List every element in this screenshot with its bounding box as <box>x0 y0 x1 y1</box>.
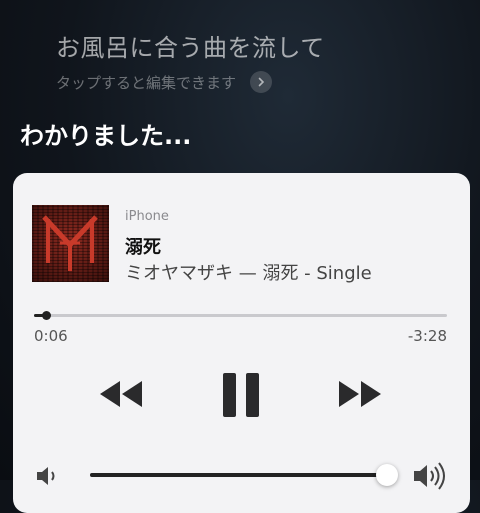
time-elapsed: 0:06 <box>34 327 68 345</box>
volume-low-icon <box>34 463 60 493</box>
volume-knob[interactable] <box>376 464 398 486</box>
progress-bar[interactable] <box>34 311 447 320</box>
edit-hint-text: タップすると編集できます <box>56 73 237 92</box>
album-artwork[interactable] <box>32 205 109 282</box>
device-label: iPhone <box>125 209 169 224</box>
track-subtitle: ミオヤマザキ — 溺死 - Single <box>125 263 372 284</box>
track-title: 溺死 <box>125 237 161 258</box>
siri-query-text[interactable]: お風呂に合う曲を流して <box>56 28 325 63</box>
progress-knob[interactable] <box>42 311 52 320</box>
fast-forward-button[interactable] <box>335 379 383 413</box>
edit-hint-row[interactable]: タップすると編集できます <box>56 70 273 94</box>
pause-button[interactable] <box>221 372 261 422</box>
volume-slider[interactable] <box>90 464 398 486</box>
now-playing-card: iPhone 溺死 ミオヤマザキ — 溺死 - Single 0:06 -3:2… <box>13 173 470 513</box>
fast-forward-icon <box>339 381 381 407</box>
rewind-icon <box>100 381 142 407</box>
time-remaining: -3:28 <box>407 327 447 345</box>
chevron-right-icon[interactable] <box>250 71 273 93</box>
volume-fill <box>90 473 387 477</box>
rewind-button[interactable] <box>98 379 146 413</box>
siri-response-text: わかりました... <box>20 122 192 150</box>
pause-icon <box>223 373 259 417</box>
volume-high-icon <box>411 461 449 495</box>
